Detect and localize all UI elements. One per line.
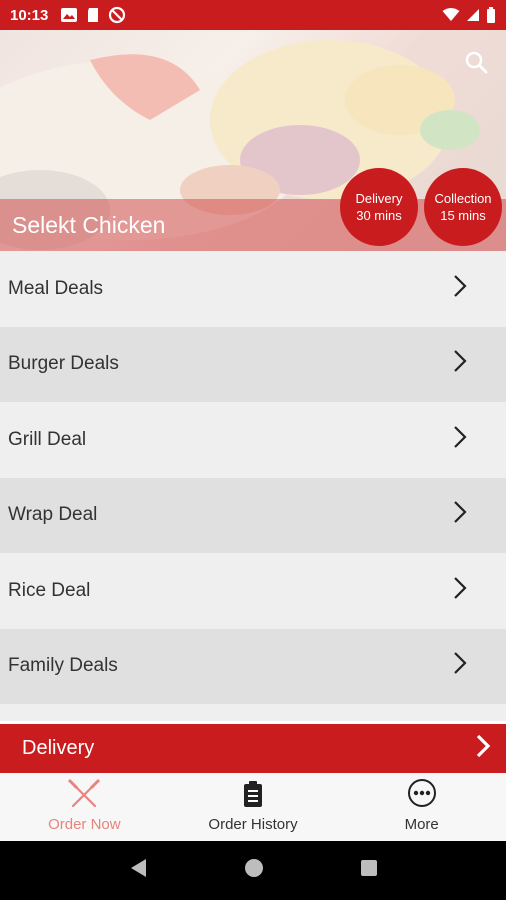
recents-icon[interactable]: [360, 859, 378, 882]
nav-order-now[interactable]: Order Now: [0, 773, 169, 841]
bottom-nav: Order Now Order History More: [0, 773, 506, 841]
chevron-right-icon: [452, 650, 468, 682]
menu-item-label: Rice Deal: [8, 579, 91, 601]
delivery-time-badge: Delivery 30 mins: [340, 168, 418, 246]
menu-item-rice-deal[interactable]: Rice Deal: [0, 553, 506, 629]
menu-item-burger-deals[interactable]: Burger Deals: [0, 326, 506, 402]
delivery-badge-time: 30 mins: [356, 208, 402, 223]
collection-badge-label: Collection: [434, 191, 492, 206]
menu-item-label: Burger Deals: [8, 353, 119, 375]
chevron-right-icon: [452, 273, 468, 305]
status-icons-left: [60, 6, 126, 24]
menu-item-family-deals[interactable]: Family Deals: [0, 628, 506, 704]
wifi-icon: [442, 8, 460, 22]
status-time: 10:13: [10, 6, 49, 24]
nav-order-now-label: Order Now: [48, 816, 121, 833]
sd-card-icon: [86, 7, 100, 23]
restaurant-hero: Selekt Chicken Delivery 30 mins Collecti…: [0, 30, 506, 251]
delivery-badge-label: Delivery: [355, 191, 403, 206]
signal-icon: [466, 8, 480, 22]
nav-order-history[interactable]: Order History: [169, 773, 338, 841]
status-bar: 10:13: [0, 0, 506, 30]
collection-badge-time: 15 mins: [440, 208, 486, 223]
menu-item-label: Meal Deals: [8, 277, 104, 299]
more-icon: [407, 778, 437, 816]
menu-item-label: Wrap Deal: [8, 504, 98, 526]
restaurant-name: Selekt Chicken: [12, 212, 166, 238]
chevron-right-icon: [452, 575, 468, 607]
menu-item-meal-deals[interactable]: Meal Deals: [0, 251, 506, 327]
battery-icon: [486, 7, 496, 23]
nav-more-label: More: [404, 816, 439, 833]
menu-item-label: Family Deals: [8, 655, 118, 677]
system-nav-bar: [0, 841, 506, 900]
search-icon[interactable]: [464, 50, 488, 79]
chevron-right-icon: [452, 499, 468, 531]
collection-time-badge: Collection 15 mins: [424, 168, 502, 246]
chevron-right-icon: [474, 733, 492, 765]
back-icon[interactable]: [128, 857, 148, 884]
home-icon[interactable]: [244, 858, 264, 883]
clipboard-icon: [242, 780, 264, 816]
delivery-mode-button[interactable]: Delivery: [0, 724, 506, 773]
menu-item-wrap-deal[interactable]: Wrap Deal: [0, 477, 506, 553]
gallery-icon: [60, 7, 78, 23]
chevron-right-icon: [452, 348, 468, 380]
menu-item-grill-deal[interactable]: Grill Deal: [0, 402, 506, 478]
dnd-icon: [108, 6, 126, 24]
nav-more[interactable]: More: [337, 773, 506, 841]
delivery-mode-label: Delivery: [22, 737, 95, 759]
status-icons-right: [442, 7, 496, 23]
menu-item-label: Grill Deal: [8, 428, 87, 450]
fork-knife-icon: [67, 778, 101, 816]
nav-order-history-label: Order History: [208, 816, 298, 833]
chevron-right-icon: [452, 424, 468, 456]
menu-list-spacer: [0, 704, 506, 721]
menu-category-list: Meal Deals Burger Deals Grill Deal Wrap …: [0, 251, 506, 721]
